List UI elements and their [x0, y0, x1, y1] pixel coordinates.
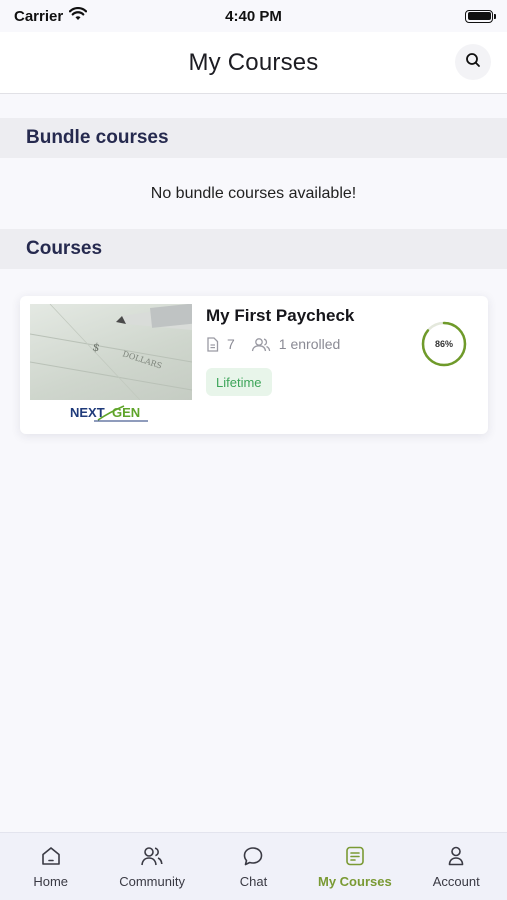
courses-icon: [344, 843, 366, 869]
tab-chat[interactable]: Chat: [205, 843, 301, 889]
search-icon: [465, 52, 481, 73]
svg-text:NEXT: NEXT: [70, 405, 105, 420]
nav-header: My Courses: [0, 32, 507, 94]
tab-account[interactable]: Account: [408, 843, 504, 889]
tab-label-chat: Chat: [239, 874, 268, 889]
section-header-courses: Courses: [0, 229, 507, 269]
wifi-icon: [69, 7, 88, 25]
thumbnail-photo: $ DOLLARS: [30, 304, 192, 401]
course-card[interactable]: $ DOLLARS NEXT GEN My First Paycheck 7 1…: [20, 296, 488, 434]
svg-text:GEN: GEN: [112, 405, 140, 420]
tab-bar: Home Community Chat My Courses Account: [0, 832, 507, 900]
carrier-label: Carrier: [14, 7, 64, 25]
tab-home[interactable]: Home: [3, 843, 99, 889]
lifetime-badge: Lifetime: [206, 368, 272, 396]
status-left: Carrier: [14, 7, 88, 25]
course-meta: 7 1 enrolled: [206, 336, 340, 352]
status-right: [465, 9, 496, 23]
course-thumbnail: $ DOLLARS NEXT GEN: [30, 304, 192, 426]
community-icon: [140, 843, 164, 869]
progress-ring: 86%: [420, 320, 468, 368]
chat-icon: [242, 843, 264, 869]
lessons-count: 7: [227, 336, 235, 352]
tab-label-my-courses: My Courses: [318, 874, 392, 889]
status-bar: Carrier 4:40 PM: [0, 0, 507, 32]
empty-bundle-message: No bundle courses available!: [150, 185, 357, 202]
tab-label-account: Account: [432, 874, 480, 889]
svg-text:DOLLARS: DOLLARS: [121, 349, 163, 370]
tab-label-community: Community: [119, 874, 185, 889]
account-icon: [445, 843, 467, 869]
home-icon: [40, 843, 62, 869]
progress-label: 86%: [434, 339, 453, 349]
svg-text:$: $: [91, 340, 101, 354]
course-title: My First Paycheck: [206, 306, 355, 325]
lessons-icon: [206, 336, 219, 352]
nextgen-logo: NEXT GEN: [30, 400, 192, 426]
section-header-bundle: Bundle courses: [0, 118, 507, 158]
enrolled-count: 1 enrolled: [278, 336, 341, 352]
tab-community[interactable]: Community: [104, 843, 200, 889]
page-title: My Courses: [188, 48, 319, 76]
enrolled-icon: [251, 337, 271, 352]
tab-my-courses[interactable]: My Courses: [307, 843, 403, 889]
battery-icon: [465, 9, 496, 23]
search-button[interactable]: [455, 44, 491, 80]
tab-label-home: Home: [33, 874, 69, 889]
